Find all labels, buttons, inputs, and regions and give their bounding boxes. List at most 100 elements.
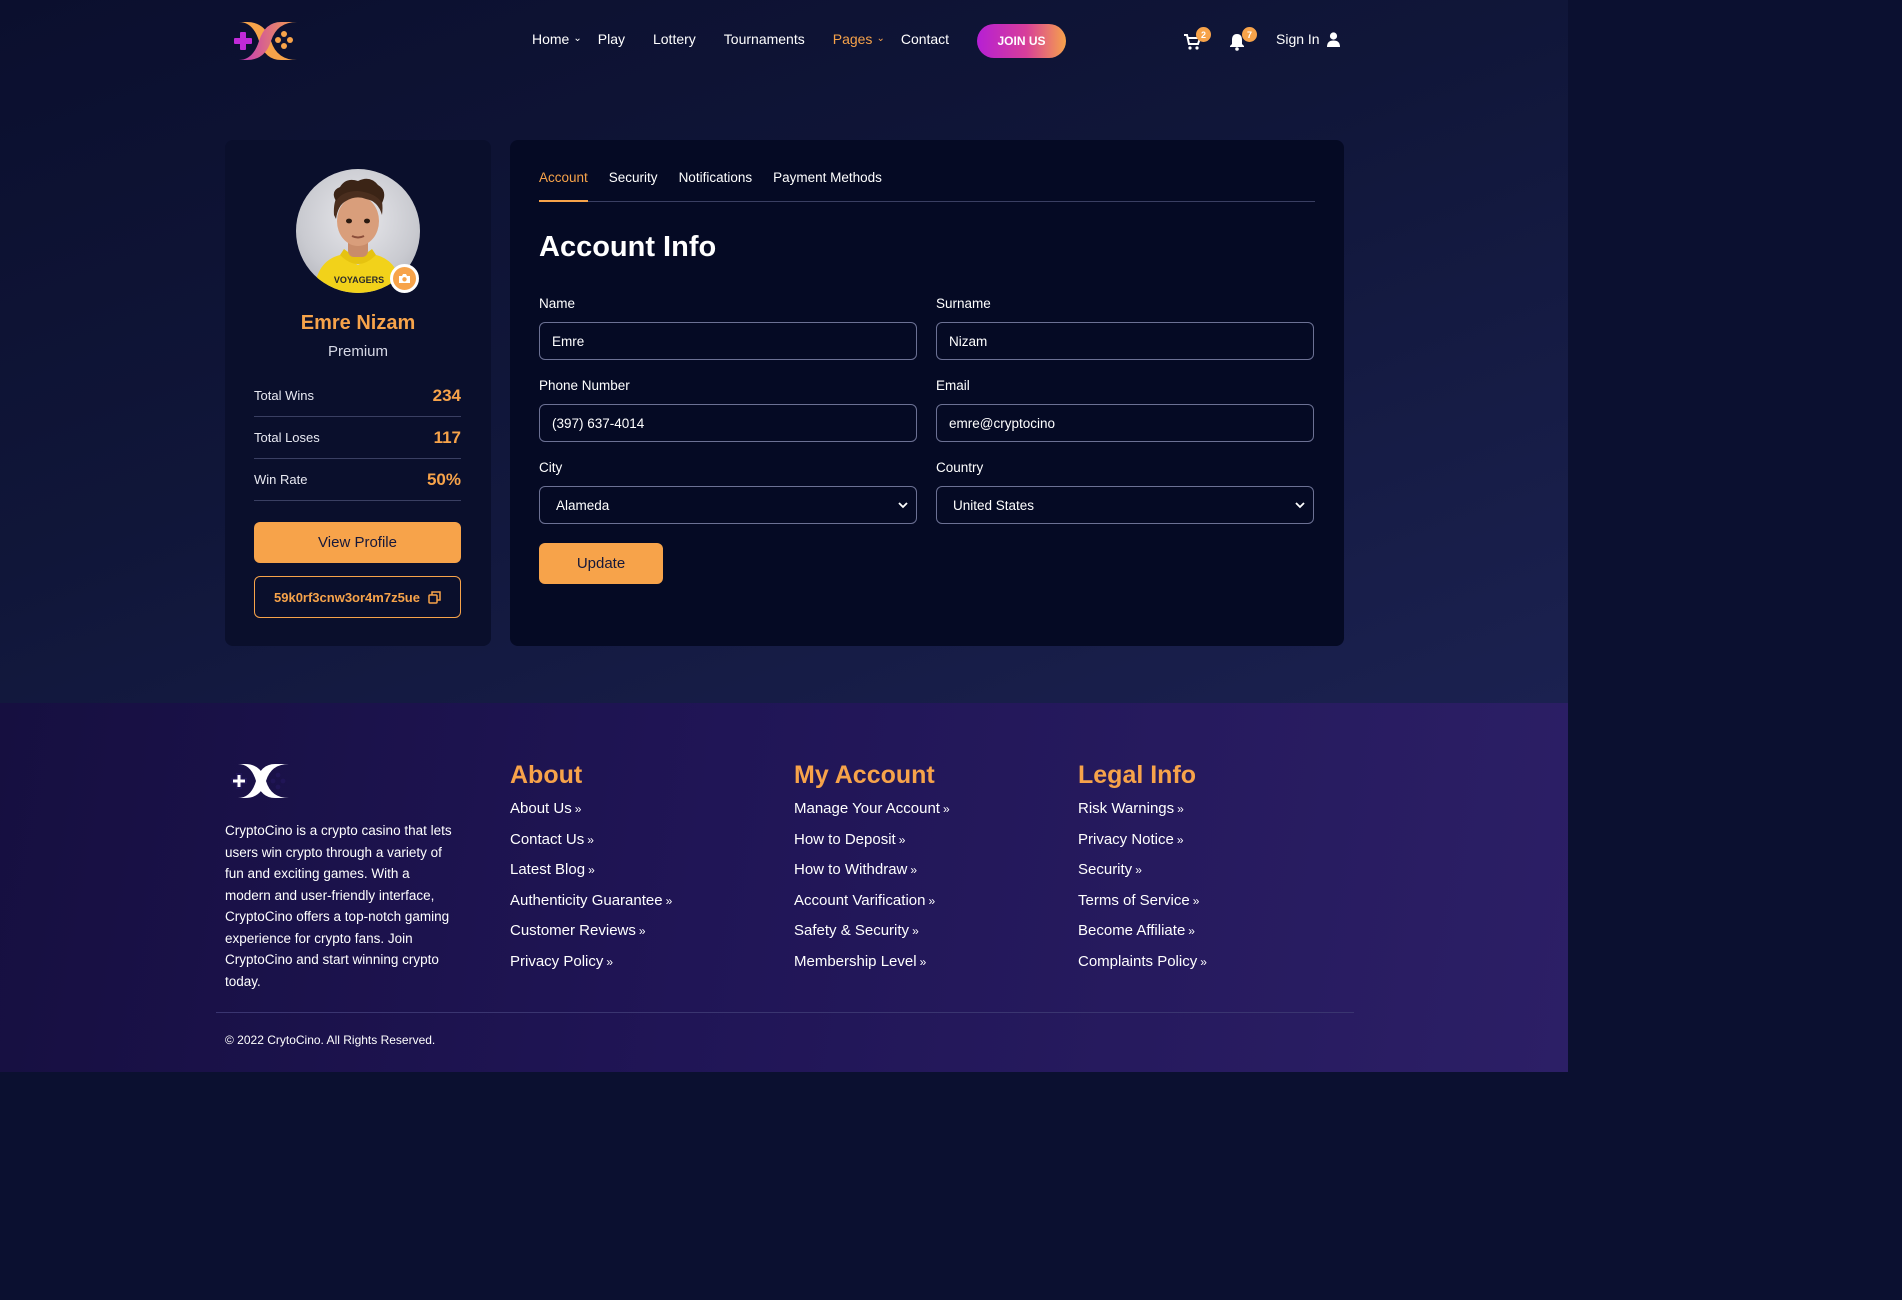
stat-value: 234 (432, 385, 461, 405)
chevron-down-icon (1295, 501, 1305, 508)
footer-column-title: Legal Info (1078, 761, 1197, 789)
email-field[interactable] (936, 404, 1314, 442)
double-chevron-right-icon: » (942, 802, 950, 816)
double-chevron-right-icon: » (1135, 863, 1142, 877)
footer-link[interactable]: Complaints Policy» (1078, 951, 1207, 982)
footer-link[interactable]: About Us» (510, 798, 672, 829)
change-avatar-button[interactable] (390, 264, 419, 293)
city-label: City (539, 460, 563, 475)
country-selected-value: United States (953, 497, 1035, 513)
tab-payment-methods[interactable]: Payment Methods (773, 170, 882, 202)
cart-count-badge: 2 (1196, 27, 1211, 42)
stat-total-wins: Total Wins 234 (254, 375, 461, 417)
logo-icon[interactable] (225, 18, 301, 64)
double-chevron-right-icon: » (587, 832, 594, 847)
name-label: Name (539, 296, 576, 311)
double-chevron-right-icon: » (1176, 832, 1184, 847)
footer: CryptoCino is a crypto casino that lets … (0, 703, 1568, 1072)
footer-link[interactable]: Authenticity Guarantee» (510, 890, 672, 921)
country-select[interactable]: United States (936, 486, 1314, 524)
footer-link[interactable]: How to Deposit» (794, 829, 950, 860)
sign-in-label: Sign In (1276, 31, 1320, 47)
double-chevron-right-icon: » (928, 893, 936, 908)
footer-divider (216, 1012, 1354, 1013)
profile-name: Emre Nizam (300, 312, 416, 334)
stat-value: 117 (433, 427, 461, 447)
double-chevron-right-icon: » (606, 954, 614, 969)
phone-field[interactable] (539, 404, 917, 442)
nav-home-label: Home (532, 31, 570, 47)
footer-logo-icon[interactable] (225, 761, 293, 801)
hoodie-text: VOYAGERS (334, 275, 384, 285)
footer-link[interactable]: Contact Us» (510, 829, 672, 860)
nav-play[interactable]: Play (598, 31, 625, 47)
double-chevron-right-icon: » (1188, 924, 1195, 938)
footer-link[interactable]: How to Withdraw» (794, 859, 950, 890)
wallet-code-button[interactable]: 59k0rf3cnw3or4m7z5ue (254, 576, 461, 618)
name-field[interactable] (539, 322, 917, 360)
stat-label: Total Wins (254, 388, 314, 403)
footer-link[interactable]: Latest Blog» (510, 859, 672, 890)
footer-link[interactable]: Customer Reviews» (510, 920, 672, 951)
nav-tournaments[interactable]: Tournaments (724, 31, 805, 47)
user-icon (1326, 31, 1340, 47)
footer-link[interactable]: Security» (1078, 859, 1207, 890)
double-chevron-right-icon: » (665, 893, 673, 908)
stat-label: Total Loses (254, 430, 320, 445)
stat-label: Win Rate (254, 472, 308, 487)
join-us-button[interactable]: JOIN US (977, 24, 1066, 58)
surname-label: Surname (936, 296, 991, 311)
footer-link[interactable]: Privacy Notice» (1078, 829, 1207, 860)
profile-card: VOYAGERS Emre Nizam Premium Total Wins 2… (225, 140, 491, 646)
nav-tournaments-label: Tournaments (723, 31, 805, 47)
double-chevron-right-icon: » (1192, 893, 1200, 908)
chevron-down-icon: ⌄ (876, 32, 885, 44)
footer-link[interactable]: Terms of Service» (1078, 890, 1207, 921)
footer-link[interactable]: Membership Level» (794, 951, 950, 982)
footer-link[interactable]: Manage Your Account» (794, 798, 950, 829)
footer-link[interactable]: Privacy Policy» (510, 951, 672, 982)
copy-icon (428, 590, 441, 604)
nav-home[interactable]: Home ⌄ (532, 31, 582, 47)
camera-icon (399, 274, 410, 283)
nav-pages-label: Pages (832, 31, 873, 47)
tab-account[interactable]: Account (539, 170, 588, 202)
double-chevron-right-icon: » (912, 924, 919, 938)
tab-notifications[interactable]: Notifications (679, 170, 753, 202)
double-chevron-right-icon: » (898, 832, 906, 847)
footer-link[interactable]: Become Affiliate» (1078, 920, 1207, 951)
surname-field[interactable] (936, 322, 1314, 360)
footer-column-title: About (510, 761, 583, 789)
cart-button[interactable]: 2 (1183, 27, 1211, 52)
page-title: Account Info (539, 231, 717, 263)
footer-link[interactable]: Account Varification» (794, 890, 950, 921)
footer-link[interactable]: Risk Warnings» (1078, 798, 1207, 829)
nav-contact-label: Contact (900, 31, 950, 47)
update-button[interactable]: Update (539, 543, 663, 584)
email-label: Email (936, 378, 970, 393)
main-nav: Home ⌄ Play Lottery Tournaments Pages ⌄ Co… (532, 31, 949, 47)
nav-pages[interactable]: Pages ⌄ (833, 31, 885, 47)
view-profile-button[interactable]: View Profile (254, 522, 461, 563)
nav-contact[interactable]: Contact (901, 31, 949, 47)
footer-column-legal-info: Legal Info Risk Warnings» Privacy Notice… (1078, 761, 1207, 981)
stat-win-rate: Win Rate 50% (254, 459, 461, 501)
phone-label: Phone Number (539, 378, 630, 393)
footer-description: CryptoCino is a crypto casino that lets … (225, 823, 452, 989)
footer-link[interactable]: Safety & Security» (794, 920, 950, 951)
footer-column-title: My Account (794, 761, 935, 789)
sign-in-button[interactable]: Sign In (1276, 31, 1340, 47)
double-chevron-right-icon: » (1177, 802, 1184, 816)
country-label: Country (936, 460, 984, 475)
nav-lottery[interactable]: Lottery (653, 31, 696, 47)
city-select[interactable]: Alameda (539, 486, 917, 524)
tab-security[interactable]: Security (609, 170, 658, 202)
profile-tier: Premium (327, 343, 388, 360)
nav-lottery-label: Lottery (652, 31, 696, 47)
stat-value: 50% (426, 469, 461, 489)
nav-play-label: Play (597, 31, 625, 47)
double-chevron-right-icon: » (910, 863, 918, 877)
copyright: © 2022 CrytoCino. All Rights Reserved. (225, 1033, 436, 1047)
notifications-button[interactable]: 7 (1229, 27, 1257, 52)
double-chevron-right-icon: » (574, 802, 582, 816)
